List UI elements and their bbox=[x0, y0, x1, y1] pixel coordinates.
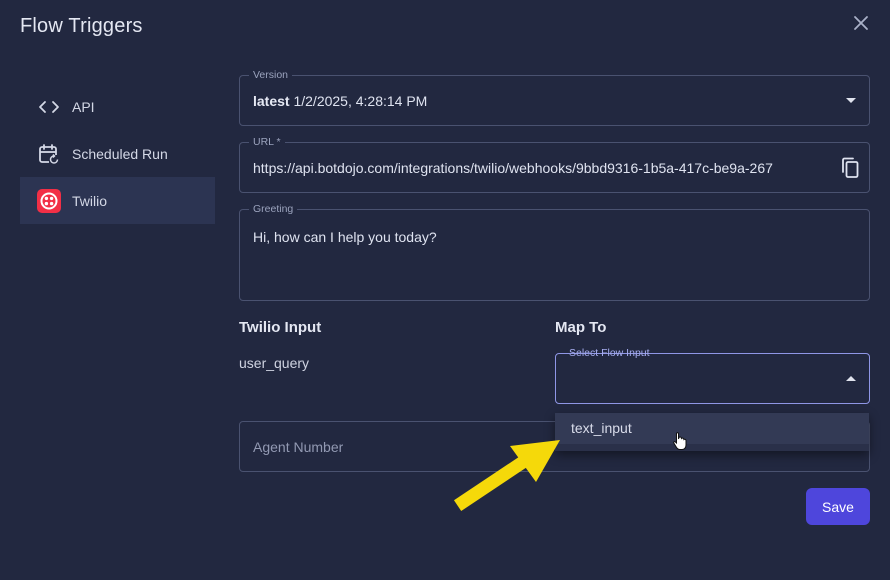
version-tag: latest bbox=[253, 93, 290, 109]
url-label: URL * bbox=[249, 135, 285, 149]
sidebar-item-twilio[interactable]: Twilio bbox=[20, 177, 215, 224]
select-flow-input[interactable]: Select Flow Input bbox=[555, 347, 870, 404]
url-field[interactable]: URL * https://api.botdojo.com/integratio… bbox=[239, 135, 870, 193]
flow-input-dropdown: text_input bbox=[555, 413, 869, 451]
twilio-icon bbox=[37, 188, 61, 213]
calendar-refresh-icon bbox=[37, 142, 61, 166]
sidebar-item-label: API bbox=[72, 98, 95, 115]
chevron-down-icon[interactable] bbox=[846, 98, 856, 103]
twilio-input-header: Twilio Input bbox=[239, 319, 322, 336]
url-value[interactable]: https://api.botdojo.com/integrations/twi… bbox=[253, 160, 813, 176]
version-select[interactable]: Version latest 1/2/2025, 4:28:14 PM bbox=[239, 68, 870, 126]
close-button[interactable] bbox=[848, 10, 874, 36]
save-button[interactable]: Save bbox=[806, 488, 870, 525]
sidebar-item-label: Twilio bbox=[72, 192, 108, 209]
version-label: Version bbox=[249, 68, 293, 82]
dropdown-option-text-input[interactable]: text_input bbox=[555, 413, 869, 444]
twilio-input-value: user_query bbox=[239, 355, 310, 371]
sidebar: API Scheduled Run Twilio bbox=[20, 83, 215, 224]
agent-number-placeholder: Agent Number bbox=[253, 439, 344, 455]
chevron-up-icon[interactable] bbox=[846, 376, 856, 381]
map-to-header: Map To bbox=[555, 319, 607, 336]
sidebar-item-label: Scheduled Run bbox=[72, 145, 168, 162]
greeting-field[interactable]: Greeting Hi, how can I help you today? bbox=[239, 202, 870, 301]
version-value: 1/2/2025, 4:28:14 PM bbox=[293, 93, 428, 109]
dialog-title: Flow Triggers bbox=[20, 15, 143, 37]
select-flow-input-label: Select Flow Input bbox=[569, 347, 650, 359]
greeting-value[interactable]: Hi, how can I help you today? bbox=[253, 229, 437, 245]
greeting-label: Greeting bbox=[249, 202, 298, 216]
code-icon bbox=[37, 95, 61, 119]
copy-icon[interactable] bbox=[840, 157, 860, 179]
close-icon[interactable] bbox=[853, 15, 869, 31]
sidebar-item-scheduled-run[interactable]: Scheduled Run bbox=[20, 130, 215, 177]
sidebar-item-api[interactable]: API bbox=[20, 83, 215, 130]
